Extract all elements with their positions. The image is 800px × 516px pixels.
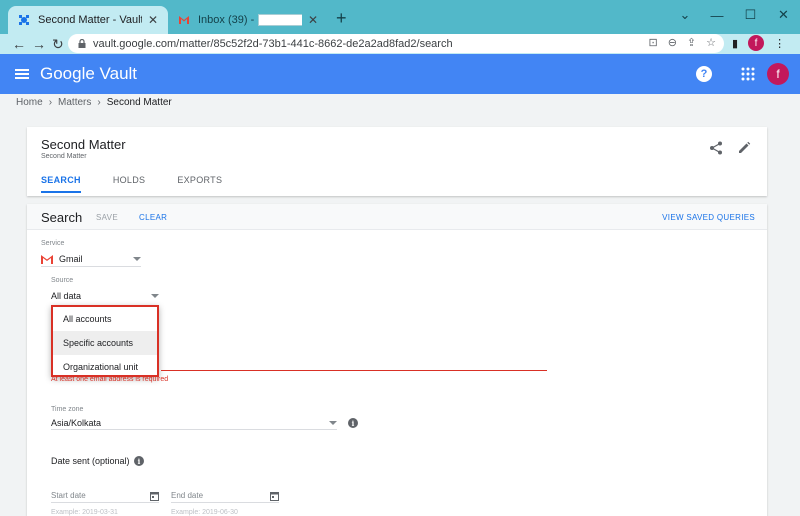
breadcrumb: Home › Matters › Second Matter [16, 97, 172, 108]
close-window-icon[interactable]: ✕ [767, 0, 800, 30]
date-info-icon[interactable]: i [134, 456, 144, 466]
email-error-message: At least one email address is required [51, 376, 169, 383]
end-date-field[interactable]: End date [171, 489, 279, 503]
clear-button[interactable]: CLEAR [139, 213, 167, 222]
browser-tab-vault[interactable]: Second Matter - Vault ✕ [8, 6, 168, 34]
dropdown-arrow-icon [133, 257, 141, 261]
close-tab-icon[interactable]: ✕ [308, 13, 318, 27]
email-accounts-input[interactable] [161, 370, 547, 371]
tab-title: Inbox (39) - [198, 13, 255, 26]
redacted-block [258, 14, 302, 27]
avatar[interactable]: f [767, 63, 789, 85]
end-date-placeholder: End date [171, 491, 204, 500]
browser-toolbar: ← → ↻ vault.google.com/matter/85c52f2d-7… [0, 34, 800, 54]
gmail-icon [41, 254, 53, 264]
tab-title: Second Matter - Vault [38, 14, 142, 26]
page-title: Second Matter [41, 137, 126, 152]
matter-tabs: SEARCH HOLDS EXPORTS [41, 175, 254, 193]
minimize-icon[interactable]: — [700, 0, 734, 30]
service-select[interactable]: Gmail [41, 252, 141, 267]
app-header: Google Vault ? f [0, 54, 800, 94]
app-brand[interactable]: Google Vault [40, 64, 137, 84]
breadcrumb-matters[interactable]: Matters [58, 97, 91, 108]
chevron-right-icon: › [97, 97, 101, 108]
matter-header-card: Second Matter Second Matter SEARCH HOLDS… [27, 127, 767, 196]
menu-icon[interactable] [14, 66, 30, 82]
save-button[interactable]: SAVE [96, 213, 118, 222]
tab-exports[interactable]: EXPORTS [177, 175, 222, 193]
share-icon[interactable] [709, 141, 723, 155]
service-value: Gmail [59, 254, 83, 264]
source-select[interactable]: All data [51, 289, 159, 303]
tab-search[interactable]: SEARCH [41, 175, 81, 193]
side-panel-icon[interactable]: ▮ [732, 37, 738, 50]
dropdown-arrow-icon [329, 420, 337, 425]
maximize-icon[interactable]: ☐ [734, 0, 767, 30]
calendar-icon[interactable] [270, 491, 279, 501]
new-tab-icon[interactable]: + [336, 8, 347, 29]
dropdown-arrow-icon [151, 294, 159, 298]
timezone-value: Asia/Kolkata [51, 417, 102, 428]
service-label: Service [41, 240, 65, 247]
date-sent-label: Date sent (optional) [51, 456, 130, 466]
reload-icon[interactable]: ↻ [52, 35, 64, 53]
search-title: Search [41, 210, 83, 225]
matter-description: Second Matter [41, 153, 87, 160]
vault-favicon-icon [19, 15, 29, 25]
apps-grid-icon[interactable] [741, 67, 755, 81]
forward-icon[interactable]: → [32, 35, 46, 53]
start-date-placeholder: Start date [51, 491, 86, 500]
lock-icon [78, 39, 86, 48]
search-panel-header: Search SAVE CLEAR VIEW SAVED QUERIES [27, 204, 767, 230]
bookmark-star-icon[interactable]: ☆ [706, 36, 716, 49]
browser-tab-inbox[interactable]: Inbox (39) - ✕ [168, 6, 328, 34]
share-page-icon[interactable]: ⇪ [687, 36, 696, 49]
start-date-field[interactable]: Start date [51, 489, 159, 503]
view-saved-queries-button[interactable]: VIEW SAVED QUERIES [662, 213, 755, 222]
calendar-icon[interactable] [150, 491, 159, 501]
zoom-icon[interactable]: ⊖ [668, 36, 677, 49]
option-all-accounts[interactable]: All accounts [53, 307, 157, 331]
url-text: vault.google.com/matter/85c52f2d-73b1-44… [93, 37, 453, 50]
tab-holds[interactable]: HOLDS [113, 175, 146, 193]
more-menu-icon[interactable]: ⋮ [774, 37, 785, 50]
google-lens-icon[interactable]: ⊡ [648, 36, 657, 49]
address-bar[interactable]: vault.google.com/matter/85c52f2d-73b1-44… [68, 34, 724, 53]
option-specific-accounts[interactable]: Specific accounts [53, 331, 157, 355]
timezone-select[interactable]: Asia/Kolkata [51, 416, 337, 430]
timezone-label: Time zone [51, 406, 84, 413]
help-icon[interactable]: ? [696, 66, 712, 82]
source-label: Source [51, 277, 74, 284]
browser-tabstrip: Second Matter - Vault ✕ Inbox (39) - ✕ +… [0, 0, 800, 34]
edit-pencil-icon[interactable] [737, 141, 751, 155]
end-date-example: Example: 2019-06-30 [171, 509, 238, 516]
start-date-example: Example: 2019-03-31 [51, 509, 118, 516]
close-tab-icon[interactable]: ✕ [148, 13, 158, 27]
timezone-info-icon[interactable]: i [348, 418, 358, 428]
gmail-favicon-icon [179, 16, 189, 24]
chevron-right-icon: › [48, 97, 53, 108]
source-value: All data [51, 291, 82, 301]
breadcrumb-current: Second Matter [106, 97, 172, 108]
source-dropdown-menu: All accounts Specific accounts Organizat… [51, 305, 159, 377]
search-panel: Search SAVE CLEAR VIEW SAVED QUERIES Ser… [27, 204, 767, 516]
browser-profile-avatar[interactable]: f [748, 35, 765, 51]
breadcrumb-home[interactable]: Home [16, 97, 43, 108]
back-icon[interactable]: ← [12, 35, 26, 53]
